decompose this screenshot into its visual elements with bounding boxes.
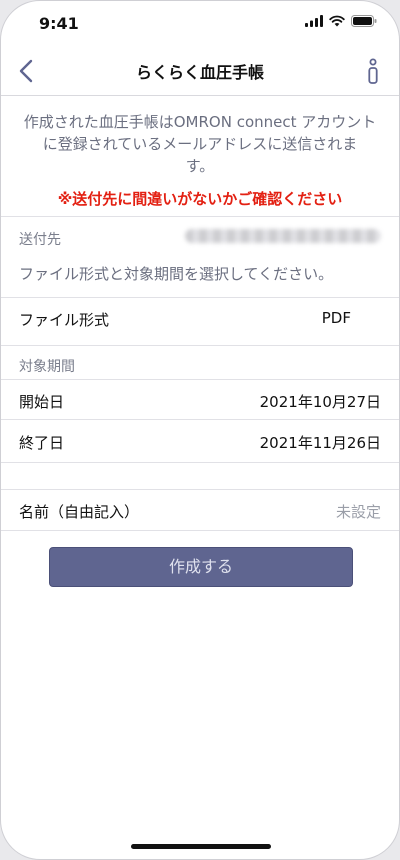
info-button[interactable] [365, 57, 381, 85]
home-indicator[interactable] [131, 844, 271, 849]
name-field-placeholder[interactable]: 未設定 [336, 501, 381, 522]
period-header-row: 対象期間 [1, 345, 399, 380]
recipient-email-redacted [185, 229, 381, 243]
cellular-signal-icon [305, 15, 323, 27]
warning-text: ※送付先に間違いがないかご確認ください [57, 190, 343, 208]
create-button[interactable]: 作成する [49, 547, 353, 587]
wifi-icon [329, 15, 345, 27]
status-bar: 9:41 [1, 1, 399, 45]
end-date-label: 終了日 [19, 434, 65, 452]
end-date-value: 2021年11月26日 [259, 434, 381, 452]
start-date-label: 開始日 [19, 393, 65, 411]
file-format-value: PDF [321, 309, 351, 327]
notice-line-1: 作成された血圧手帳はOMRON connect アカウント [23, 113, 377, 131]
end-date-row[interactable]: 終了日 2021年11月26日 [1, 419, 399, 463]
period-header: 対象期間 [19, 359, 75, 375]
notice-text: 作成された血圧手帳はOMRON connect アカウント に登録されているメー… [23, 111, 377, 177]
start-date-row[interactable]: 開始日 2021年10月27日 [1, 379, 399, 420]
start-date-value: 2021年10月27日 [259, 393, 381, 411]
navigation-bar: らくらく血圧手帳 [1, 45, 399, 96]
notice-line-2: に登録されているメールアドレスに送信されま [42, 135, 358, 153]
name-field-row[interactable]: 名前（自由記入） 未設定 [1, 489, 399, 531]
file-format-label: ファイル形式 [19, 311, 110, 329]
notice-line-3: す。 [185, 157, 215, 175]
status-time: 9:41 [39, 14, 79, 33]
info-icon [368, 58, 378, 84]
name-field-label: 名前（自由記入） [19, 503, 140, 521]
status-icons [305, 15, 377, 27]
phone-screen: 9:41 らくらく血圧手帳 作成された血圧手帳はOMRON connect アカ… [0, 0, 400, 860]
page-title: らくらく血圧手帳 [135, 63, 264, 82]
recipient-row: 送付先 [1, 216, 399, 259]
recipient-label: 送付先 [19, 232, 61, 248]
instruction-text: ファイル形式と対象期間を選択してください。 [19, 265, 334, 283]
file-format-row[interactable]: ファイル形式 PDF [1, 297, 399, 338]
battery-icon [351, 15, 377, 27]
